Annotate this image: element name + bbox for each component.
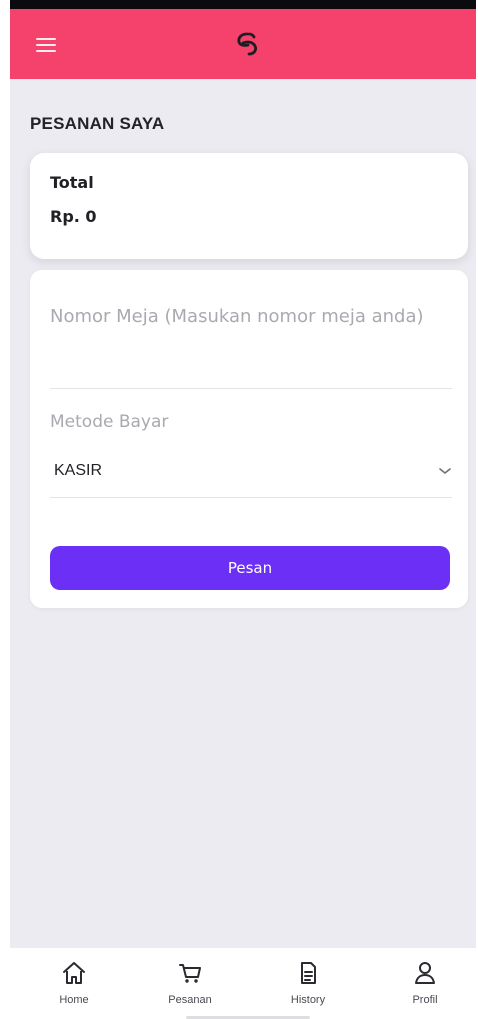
status-bar [10, 0, 476, 9]
order-button[interactable]: Pesan [50, 546, 450, 590]
home-icon [63, 962, 85, 984]
nav-label-pesanan: Pesanan [168, 994, 212, 1006]
app-screen: PESANAN SAYA Total Rp. 0 Metode Bayar KA… [10, 9, 476, 1019]
bottom-navigation: Home Pesanan History Profil [10, 948, 476, 1019]
nav-item-history[interactable]: History [268, 948, 348, 1019]
payment-method-value: KASIR [54, 462, 103, 479]
user-icon [415, 962, 435, 984]
nav-label-history: History [290, 994, 326, 1006]
nav-label-profil: Profil [412, 994, 438, 1006]
top-app-bar [10, 9, 476, 79]
document-icon [301, 962, 316, 984]
total-value: Rp. 0 [50, 207, 97, 226]
payment-method-divider [50, 497, 452, 498]
hamburger-menu-icon [36, 50, 56, 52]
payment-method-select[interactable]: KASIR [50, 458, 452, 488]
hamburger-menu-icon [36, 38, 56, 40]
nav-item-pesanan[interactable]: Pesanan [150, 948, 230, 1019]
menu-button[interactable] [36, 34, 66, 56]
nav-item-home[interactable]: Home [34, 948, 114, 1019]
nav-label-home: Home [59, 994, 89, 1006]
chevron-down-icon [439, 468, 451, 474]
payment-method-label: Metode Bayar [50, 412, 169, 432]
hamburger-menu-icon [36, 44, 56, 46]
nav-item-profil[interactable]: Profil [385, 948, 465, 1019]
page-title: PESANAN SAYA [30, 114, 165, 133]
table-number-divider [50, 388, 452, 389]
order-form-card: Metode Bayar KASIR Pesan [30, 270, 468, 608]
total-label: Total [50, 173, 94, 192]
brand-logo-icon [237, 32, 258, 56]
cart-icon [179, 964, 201, 983]
total-card: Total Rp. 0 [30, 153, 468, 259]
table-number-input[interactable] [50, 295, 450, 337]
